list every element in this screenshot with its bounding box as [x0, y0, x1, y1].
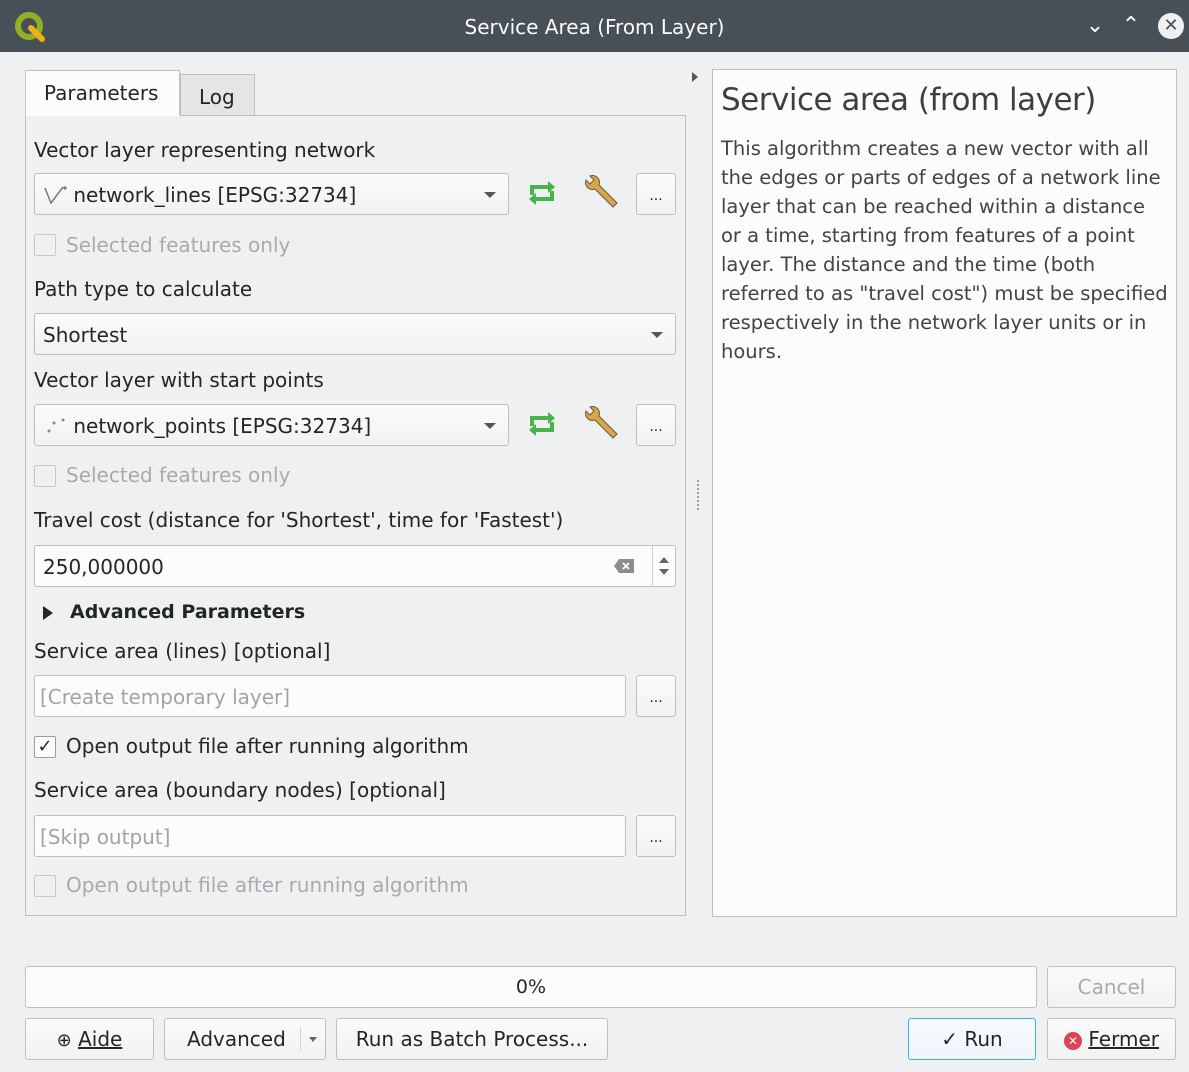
selected-only-1-checkbox[interactable] [34, 234, 56, 256]
run-button-label: Run [964, 1027, 1003, 1051]
help-title: Service area (from layer) [721, 82, 1096, 118]
point-layer-icon [47, 418, 65, 433]
cancel-button-label: Cancel [1077, 975, 1146, 999]
title-bar: Service Area (From Layer) ⌄ ⌃ ✕ [0, 0, 1189, 52]
spin-divider [652, 546, 653, 586]
window-title: Service Area (From Layer) [464, 15, 725, 39]
advanced-parameters-toggle[interactable]: Advanced Parameters [70, 601, 305, 623]
line-layer-icon [44, 186, 67, 205]
open-output-2-label: Open output file after running algorithm [66, 873, 469, 897]
network-layer-label: Vector layer representing network [34, 138, 376, 162]
start-points-value: network_points [EPSG:32734] [73, 414, 372, 438]
network-layer-combo[interactable]: network_lines [EPSG:32734] [34, 173, 509, 215]
service-area-lines-label: Service area (lines) [optional] [34, 639, 331, 663]
tab-parameters[interactable]: Parameters [25, 70, 180, 116]
run-button[interactable]: ✓ Run [908, 1018, 1036, 1060]
selected-only-2-checkbox[interactable] [34, 465, 56, 487]
open-output-2-checkbox[interactable] [34, 875, 56, 897]
help-text: This algorithm creates a new vector with… [721, 137, 1168, 363]
open-output-1-checkbox[interactable]: ✓ [34, 736, 56, 758]
sync-icon[interactable] [522, 404, 562, 444]
cancel-button[interactable]: Cancel [1047, 966, 1176, 1008]
run-batch-button-label: Run as Batch Process... [355, 1027, 589, 1051]
progress-bar: 0% [25, 966, 1037, 1008]
chevron-down-icon [484, 423, 496, 429]
tab-log[interactable]: Log [180, 74, 255, 116]
travel-cost-spinbox[interactable]: 250,000000 [34, 545, 676, 587]
menu-divider [300, 1027, 301, 1051]
service-area-lines-placeholder: [Create temporary layer] [40, 685, 291, 709]
wrench-icon[interactable] [580, 172, 620, 212]
chevron-down-icon [309, 1037, 317, 1042]
start-points-combo[interactable]: network_points [EPSG:32734] [34, 404, 509, 446]
close-button-label: Fermer [1088, 1027, 1159, 1051]
spin-down-icon[interactable] [659, 569, 669, 575]
network-layer-value: network_lines [EPSG:32734] [73, 183, 357, 207]
path-type-label: Path type to calculate [34, 277, 253, 301]
path-type-combo[interactable]: Shortest [34, 313, 676, 355]
splitter-handle[interactable] [697, 480, 699, 510]
selected-only-2-label: Selected features only [66, 463, 291, 487]
service-area-nodes-input[interactable]: [Skip output] [34, 815, 626, 857]
selected-only-1-label: Selected features only [66, 233, 291, 257]
service-area-nodes-options-button[interactable]: ... [636, 815, 676, 857]
open-output-1-label: Open output file after running algorithm [66, 734, 469, 758]
help-button-label: Aide [78, 1027, 123, 1051]
check-icon: ✓ [941, 1027, 959, 1051]
help-buoy-icon: ⊕ [56, 1030, 72, 1051]
travel-cost-label: Travel cost (distance for 'Shortest', ti… [34, 508, 564, 532]
clear-icon[interactable] [613, 558, 635, 574]
travel-cost-value: 250,000000 [43, 555, 164, 579]
spin-up-icon[interactable] [659, 557, 669, 563]
progress-text: 0% [515, 976, 547, 998]
start-points-label: Vector layer with start points [34, 368, 324, 392]
chevron-down-icon [651, 332, 663, 338]
advanced-button-label: Advanced [187, 1027, 286, 1051]
service-area-nodes-placeholder: [Skip output] [40, 825, 171, 849]
close-button[interactable]: ✕ Fermer [1047, 1018, 1176, 1060]
maximize-icon[interactable]: ⌃ [1118, 13, 1144, 39]
minimize-icon[interactable]: ⌄ [1082, 13, 1108, 39]
service-area-nodes-label: Service area (boundary nodes) [optional] [34, 778, 446, 802]
advanced-button[interactable]: Advanced [164, 1018, 326, 1060]
close-circle-icon: ✕ [1064, 1032, 1083, 1050]
chevron-down-icon [484, 192, 496, 198]
path-type-value: Shortest [43, 323, 128, 347]
sync-icon[interactable] [522, 173, 562, 213]
service-area-lines-options-button[interactable]: ... [636, 675, 676, 717]
network-layer-options-button[interactable]: ... [636, 173, 676, 215]
start-points-options-button[interactable]: ... [636, 404, 676, 446]
service-area-lines-input[interactable]: [Create temporary layer] [34, 675, 626, 717]
help-button[interactable]: ⊕ Aide [25, 1018, 154, 1060]
close-window-icon[interactable]: ✕ [1158, 13, 1184, 39]
advanced-expand-icon[interactable] [43, 606, 53, 620]
collapse-arrow-icon[interactable] [692, 72, 698, 82]
wrench-icon[interactable] [580, 403, 620, 443]
run-batch-button[interactable]: Run as Batch Process... [336, 1018, 608, 1060]
help-panel: Service area (from layer) This algorithm… [712, 69, 1177, 917]
